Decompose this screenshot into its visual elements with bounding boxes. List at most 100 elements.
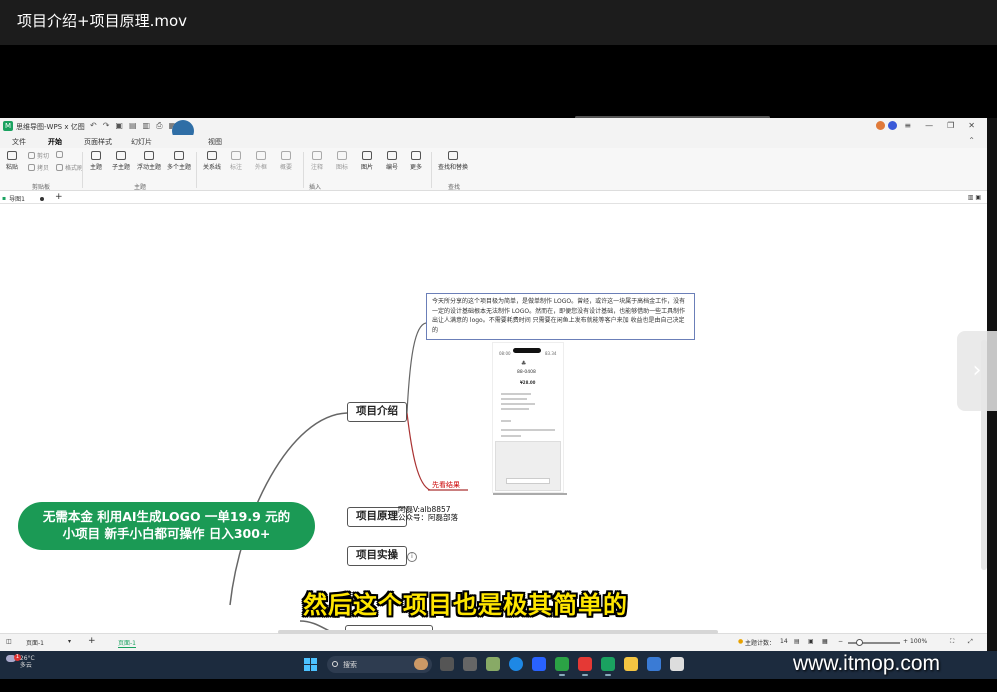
wps-office-icon[interactable] (578, 657, 592, 676)
painter-icon (56, 164, 63, 171)
new-icon[interactable]: ▣ (115, 121, 123, 131)
summary-button[interactable]: 概要 (280, 151, 292, 171)
add-page-icon[interactable]: + (88, 636, 96, 646)
root-topic-line1: 无需本金 利用AI生成LOGO 一单19.9 元的 (42, 509, 291, 524)
wps-mindmap-taskbar-icon[interactable] (601, 657, 615, 676)
note-text-box[interactable]: 今天所分享的这个项目极为简单，是做单制作 LOGO。曾经，或许这一块属于高档金工… (426, 293, 695, 340)
task-view-icon[interactable] (440, 657, 454, 671)
phone-detail-line (501, 429, 555, 431)
tab-file[interactable]: 文件 (12, 137, 26, 147)
callout-button[interactable]: 标注 (230, 151, 242, 171)
fullscreen-icon[interactable]: ⛶ (950, 638, 954, 646)
phone-code: 88-0408 (517, 370, 536, 375)
zoom-out-icon[interactable]: − (838, 638, 843, 645)
paste-icon (7, 151, 17, 160)
edge-browser-icon[interactable] (509, 657, 523, 671)
find-replace-button[interactable]: 查找和替换 (438, 151, 468, 171)
close-icon[interactable]: ✕ (968, 121, 975, 130)
numbering-button[interactable]: 编号 (386, 151, 398, 171)
search-icon (332, 661, 338, 667)
brush-icon (56, 151, 63, 158)
minimize-icon[interactable]: — (925, 121, 933, 130)
comment-button[interactable]: 注释 (311, 151, 323, 171)
tab-page-style[interactable]: 页面样式 (84, 137, 112, 147)
restore-icon[interactable]: ❐ (947, 121, 954, 130)
group-label-clipboard: 剪贴板 (32, 184, 51, 191)
video-subtitle: 然后这个项目也是极其简单的 (303, 591, 628, 619)
weather-condition: 多云 (19, 662, 32, 669)
topic-button[interactable]: 主题 (90, 151, 102, 171)
more-icon (411, 151, 421, 160)
relation-button[interactable]: 关系线 (203, 151, 221, 171)
paste-button[interactable]: 粘贴 (6, 151, 18, 171)
page-select[interactable]: 页面-1 (26, 638, 44, 647)
account-icon[interactable] (888, 121, 897, 130)
page-tab[interactable]: 页面-1 (118, 638, 136, 648)
wechat-icon[interactable] (555, 657, 569, 676)
fit-icon[interactable]: ▣ (808, 638, 814, 645)
weather-widget[interactable]: 1 26°C 多云 (6, 654, 35, 669)
multi-topic-button[interactable]: 多个主题 (167, 151, 191, 171)
map-view-icon[interactable]: ▦ (822, 638, 828, 645)
scissors-icon (28, 152, 35, 159)
branch-project-intro[interactable]: 项目介绍 (347, 402, 407, 422)
zoom-level[interactable]: 100% (910, 638, 927, 645)
store-app-icon[interactable] (647, 657, 661, 671)
zoom-in-icon[interactable]: + (903, 638, 908, 645)
subtopic-button[interactable]: 子主题 (112, 151, 130, 171)
copy-button[interactable]: 拷贝 (28, 163, 49, 172)
ribbon-separator (82, 152, 83, 188)
tab-slides[interactable]: 幻灯片 (131, 137, 152, 147)
user-avatars[interactable] (876, 121, 897, 130)
ribbon-separator (303, 152, 304, 188)
cut-button[interactable]: 剪切 (28, 151, 49, 160)
document-app-icon[interactable] (670, 657, 684, 671)
phone-shadow (493, 493, 567, 495)
widget-app-icon[interactable] (463, 657, 477, 671)
image-button[interactable]: 图片 (361, 151, 373, 171)
menu-icon[interactable]: ≡ (904, 121, 911, 130)
floating-topic-button[interactable]: 浮动主题 (137, 151, 161, 171)
open-icon[interactable]: ▤ (129, 121, 137, 131)
panel-toggle-icon[interactable]: ▥ ▣ (968, 194, 981, 201)
collapse-ribbon-icon[interactable]: ⌃ (968, 136, 975, 145)
zoom-slider-handle[interactable] (856, 639, 863, 646)
phone-button (506, 478, 550, 484)
print-icon[interactable]: ⎙ (156, 121, 162, 131)
search-app-icon[interactable] (532, 657, 546, 671)
start-button[interactable] (304, 658, 317, 671)
find-replace-icon (448, 151, 458, 160)
file-explorer-icon[interactable] (624, 657, 638, 671)
phone-status: 83.34 (545, 351, 557, 356)
expand-icon[interactable]: ⤢ (968, 638, 973, 646)
calendar-app-icon[interactable] (486, 657, 500, 671)
document-tab[interactable]: ▪ 导图1 (2, 194, 44, 203)
format-painter-label[interactable]: 格式刷 (56, 163, 83, 172)
video-title: 项目介绍+项目原理.mov (17, 12, 188, 30)
new-tab-icon[interactable]: + (55, 192, 63, 202)
more-button[interactable]: 更多 (410, 151, 422, 171)
info-icon[interactable]: i (407, 552, 417, 562)
temperature: 26°C (19, 655, 35, 662)
boundary-button[interactable]: 外框 (255, 151, 267, 171)
taskbar-search[interactable]: 搜索 (327, 656, 432, 673)
horizontal-scrollbar[interactable] (278, 630, 718, 634)
redo-icon[interactable]: ↷ (103, 121, 110, 131)
tab-view[interactable]: 视图 (208, 137, 222, 147)
summary-icon (281, 151, 291, 160)
tag-button[interactable]: 图标 (336, 151, 348, 171)
image-icon (362, 151, 372, 160)
see-result-label[interactable]: 先看结果 (432, 480, 460, 490)
branch-project-practice[interactable]: 项目实操 (347, 546, 407, 566)
callout-icon (231, 151, 241, 160)
next-page-arrow[interactable]: › (957, 331, 997, 411)
outline-icon[interactable]: ▤ (794, 638, 800, 645)
undo-icon[interactable]: ↶ (90, 121, 97, 131)
phone-detail-line (501, 393, 531, 395)
page-panel-icon[interactable]: ◫ (6, 638, 12, 645)
root-topic[interactable]: 无需本金 利用AI生成LOGO 一单19.9 元的 小项目 新手小白都可操作 日… (18, 502, 315, 550)
save-icon[interactable]: ▥ (143, 121, 151, 131)
page-select-arrow-icon[interactable]: ▾ (68, 638, 71, 645)
format-painter-button[interactable] (56, 151, 63, 158)
user-avatar-icon[interactable] (876, 121, 885, 130)
